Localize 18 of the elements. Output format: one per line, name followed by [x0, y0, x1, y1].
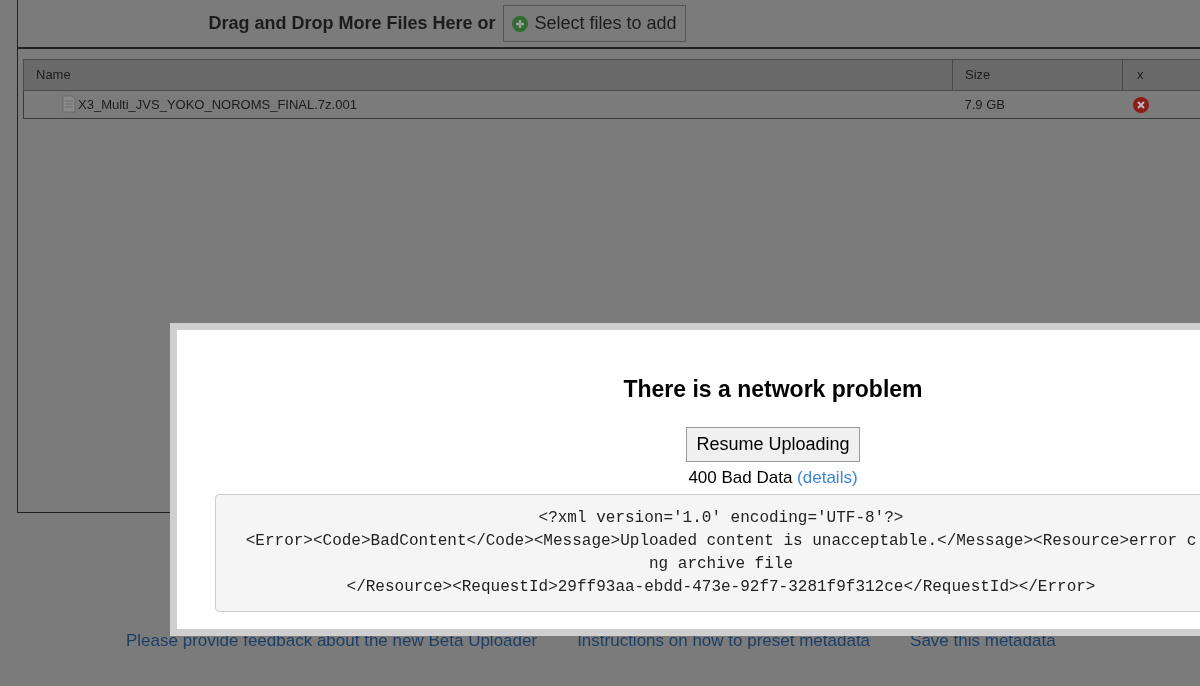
column-header: Size	[952, 59, 1123, 90]
plus-icon	[512, 15, 529, 32]
status-text: 400 Bad Data	[688, 467, 793, 487]
file-icon	[62, 94, 76, 113]
response-line: </Resource><RequestId>29ff93aa-ebdd-473e-92f7-3281f9f312ce</RequestId></Error>	[346, 577, 1096, 598]
table-cell: 7.9 GB	[952, 90, 1123, 119]
response-line: <Error><Code>BadContent</Code><Message>Uploaded content is unacceptable.</Message><Resource>error c	[245, 531, 1197, 552]
file-name: X3_Multi_JVS_YOKO_NOROMS_FINAL.7z.001	[78, 96, 357, 112]
response-line: ng archive file	[649, 554, 793, 575]
column-header: x	[1122, 59, 1200, 90]
dialog-title: There is a network problem	[623, 375, 923, 404]
details-link[interactable]: (details)	[797, 467, 858, 487]
response-line: <?xml version='1.0' encoding='UTF-8'?>	[538, 508, 904, 529]
column-header: Name	[23, 59, 953, 90]
select-files-button[interactable]: Select files to add	[503, 5, 686, 42]
resume-button[interactable]: Resume Uploading	[686, 426, 860, 462]
dropzone-label: Drag and Drop More Files Here or	[208, 12, 496, 35]
remove-icon[interactable]	[1132, 97, 1149, 114]
